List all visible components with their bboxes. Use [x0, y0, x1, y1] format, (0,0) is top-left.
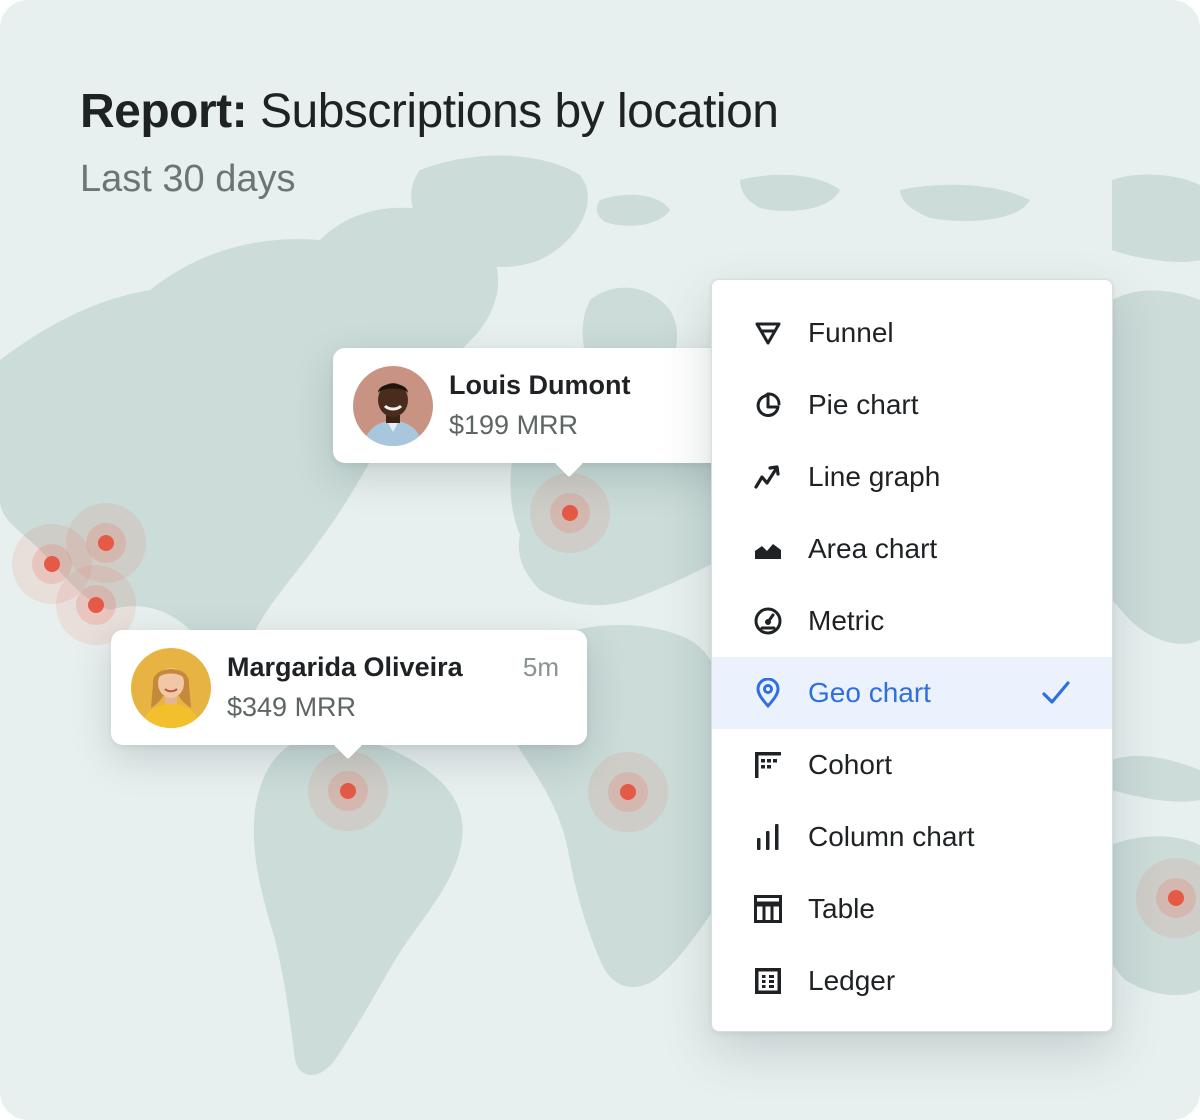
subscriber-popup[interactable]: Louis Dumont $199 MRR	[333, 348, 753, 478]
timestamp: 5m	[522, 652, 559, 682]
gauge-icon	[752, 605, 784, 637]
report-card: Report: Subscriptions by location Last 3…	[0, 0, 1200, 1120]
title-prefix: Report:	[80, 85, 248, 138]
table-icon	[752, 893, 784, 925]
menu-item-label: Pie chart	[808, 389, 919, 420]
subscriber-mrr: $199 MRR	[449, 410, 579, 440]
menu-item-pie-chart[interactable]: Pie chart	[712, 369, 1112, 441]
avatar	[131, 648, 211, 728]
menu-item-label: Column chart	[808, 821, 975, 852]
title-text: Subscriptions by location	[260, 85, 779, 138]
column-chart-icon	[752, 821, 784, 853]
location-marker[interactable]	[588, 752, 668, 832]
location-marker[interactable]	[308, 751, 388, 831]
subscriber-name: Margarida Oliveira	[227, 652, 463, 682]
funnel-icon	[752, 317, 784, 349]
menu-item-column-chart[interactable]: Column chart	[712, 801, 1112, 873]
location-marker[interactable]	[530, 473, 610, 553]
avatar	[353, 366, 433, 446]
map-pin-icon	[752, 677, 784, 709]
date-range-label: Last 30 days	[80, 158, 296, 200]
menu-item-label: Funnel	[808, 317, 894, 348]
check-icon	[1040, 677, 1072, 709]
area-chart-icon	[752, 533, 784, 565]
subscriber-popup[interactable]: Margarida Oliveira $349 MRR 5m	[111, 630, 587, 760]
menu-item-line-graph[interactable]: Line graph	[712, 441, 1112, 513]
menu-item-label: Table	[808, 893, 875, 924]
menu-item-label: Cohort	[808, 749, 893, 780]
menu-item-label: Area chart	[808, 533, 938, 564]
ledger-icon	[752, 965, 784, 997]
page-title: Report: Subscriptions by location	[80, 84, 779, 139]
menu-item-cohort[interactable]: Cohort	[712, 729, 1112, 801]
menu-item-area-chart[interactable]: Area chart	[712, 513, 1112, 585]
menu-item-metric[interactable]: Metric	[712, 585, 1112, 657]
menu-item-label: Metric	[808, 605, 885, 636]
location-marker[interactable]	[1136, 858, 1200, 938]
menu-item-label: Ledger	[808, 965, 896, 996]
menu-item-label: Geo chart	[808, 677, 931, 708]
subscriber-mrr: $349 MRR	[227, 692, 357, 722]
cohort-icon	[752, 749, 784, 781]
pie-chart-icon	[752, 389, 784, 421]
chart-type-menu: Funnel Pie chart Line graph Area chart M…	[711, 279, 1113, 1032]
menu-item-label: Line graph	[808, 461, 941, 492]
menu-item-funnel[interactable]: Funnel	[712, 297, 1112, 369]
line-graph-icon	[752, 461, 784, 493]
menu-item-geo-chart[interactable]: Geo chart	[712, 657, 1112, 729]
menu-item-ledger[interactable]: Ledger	[712, 945, 1112, 1017]
menu-item-table[interactable]: Table	[712, 873, 1112, 945]
subscriber-name: Louis Dumont	[449, 370, 631, 400]
